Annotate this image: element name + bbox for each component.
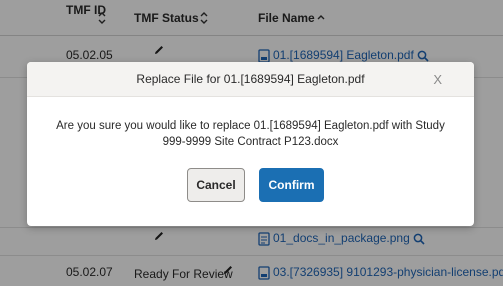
dialog-message: Are you sure you would like to replace 0… [56, 120, 445, 148]
cancel-button[interactable]: Cancel [187, 168, 245, 202]
dialog-title: Replace File for 01.[1689594] Eagleton.p… [136, 72, 365, 86]
dialog-header: Replace File for 01.[1689594] Eagleton.p… [27, 62, 474, 97]
replace-file-dialog: Replace File for 01.[1689594] Eagleton.p… [27, 62, 474, 226]
confirm-button[interactable]: Confirm [259, 168, 324, 202]
close-icon[interactable]: X [433, 72, 442, 87]
